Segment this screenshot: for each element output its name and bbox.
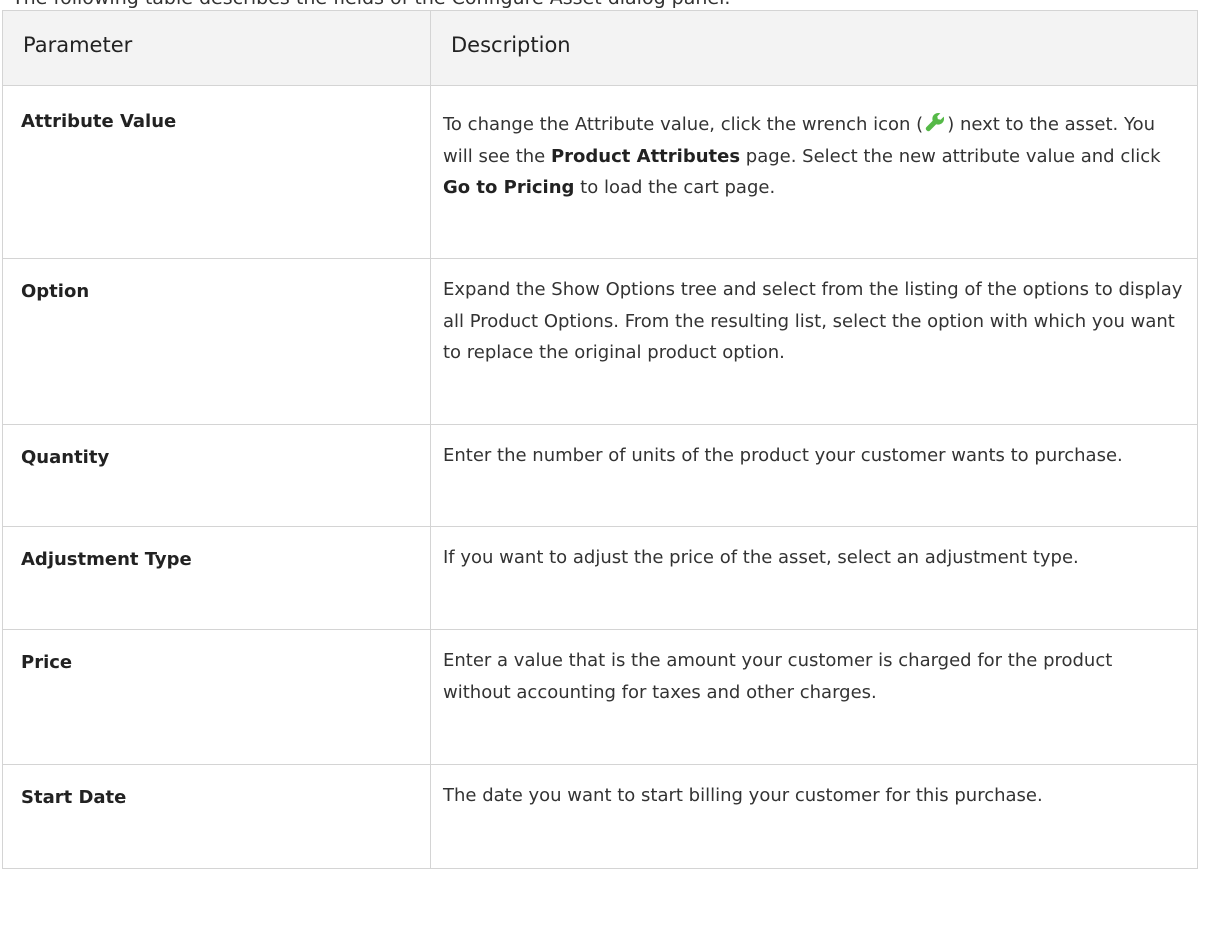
description-cell: Enter a value that is the amount your cu… bbox=[430, 629, 1198, 765]
parameters-table: Parameter Description Attribute Value To… bbox=[2, 10, 1198, 869]
description-cell: The date you want to start billing your … bbox=[430, 764, 1198, 869]
table-row: Option Expand the Show Options tree and … bbox=[2, 258, 1198, 425]
description-cell: Enter the number of units of the product… bbox=[430, 424, 1198, 527]
desc-text: page. Select the new attribute value and… bbox=[740, 145, 1161, 167]
parameter-cell: Price bbox=[2, 629, 431, 765]
desc-text: To change the Attribute value, click the… bbox=[443, 114, 924, 135]
desc-bold-product-attributes: Product Attributes bbox=[550, 145, 741, 167]
parameter-cell: Quantity bbox=[2, 424, 431, 527]
intro-text: The following table describes the fields… bbox=[12, 0, 730, 10]
wrench-icon bbox=[925, 112, 945, 132]
parameter-cell: Attribute Value bbox=[2, 85, 431, 259]
header-description: Description bbox=[430, 10, 1198, 86]
table-row: Adjustment Type If you want to adjust th… bbox=[2, 526, 1198, 630]
parameter-cell: Start Date bbox=[2, 764, 431, 869]
desc-bold-go-to-pricing: Go to Pricing bbox=[443, 177, 575, 198]
description-cell: If you want to adjust the price of the a… bbox=[430, 526, 1198, 630]
table-row: Attribute Value To change the Attribute … bbox=[2, 85, 1198, 259]
table-row: Quantity Enter the number of units of th… bbox=[2, 424, 1198, 527]
parameter-cell: Adjustment Type bbox=[2, 526, 431, 630]
table-row: Price Enter a value that is the amount y… bbox=[2, 629, 1198, 765]
description-cell: To change the Attribute value, click the… bbox=[430, 85, 1198, 259]
header-parameter: Parameter bbox=[2, 10, 431, 86]
parameter-cell: Option bbox=[2, 258, 431, 425]
table-row: Start Date The date you want to start bi… bbox=[2, 764, 1198, 869]
desc-text: to load the cart page. bbox=[574, 177, 776, 198]
description-cell: Expand the Show Options tree and select … bbox=[430, 258, 1198, 425]
table-header-row: Parameter Description bbox=[2, 10, 1198, 86]
